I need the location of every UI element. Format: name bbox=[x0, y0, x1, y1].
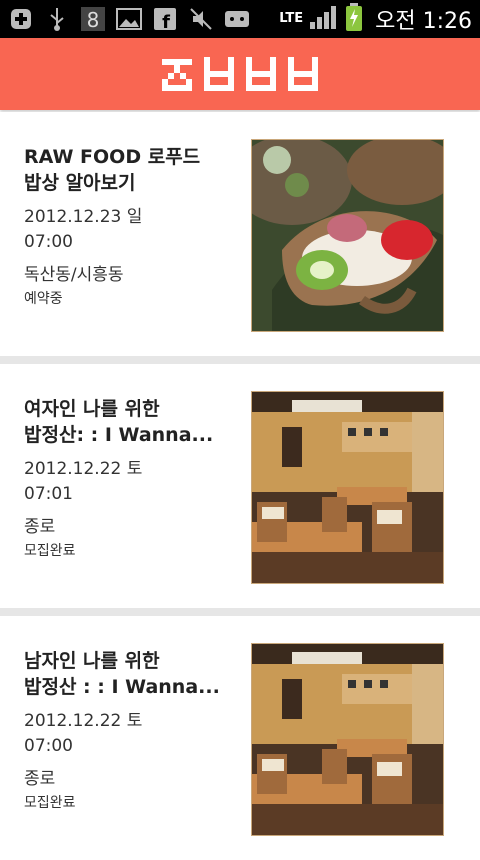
event-place: 종로 bbox=[24, 769, 56, 789]
event-status: 예약중 bbox=[24, 291, 63, 307]
event-time: 07:01 bbox=[24, 484, 73, 504]
divider bbox=[0, 356, 480, 364]
battery-charging-icon bbox=[345, 3, 363, 35]
event-card[interactable]: 남자인 나를 위한 밥정산 : : I Wanna... 2012.12.22 … bbox=[0, 616, 480, 860]
divider bbox=[0, 608, 480, 616]
event-time: 07:00 bbox=[24, 736, 73, 756]
event-title: 남자인 나를 위한 밥정산 : : I Wanna... bbox=[24, 650, 220, 698]
usb-icon bbox=[44, 6, 70, 32]
restaurant-interior-photo[interactable] bbox=[251, 391, 444, 584]
svg-text:f: f bbox=[162, 12, 170, 31]
image-icon bbox=[116, 6, 142, 32]
app-logo bbox=[162, 55, 322, 95]
event-status: 모집완료 bbox=[24, 543, 76, 559]
event-time: 07:00 bbox=[24, 232, 73, 252]
event-title: 여자인 나를 위한 밥정산: : I Wanna... bbox=[24, 398, 214, 446]
event-place: 종로 bbox=[24, 517, 56, 537]
add-icon bbox=[8, 6, 34, 32]
app-header bbox=[0, 38, 480, 110]
event-card[interactable]: 여자인 나를 위한 밥정산: : I Wanna... 2012.12.22 토… bbox=[0, 364, 480, 608]
restaurant-interior-photo[interactable] bbox=[251, 643, 444, 836]
mail-icon bbox=[224, 6, 250, 32]
crepe-food-photo[interactable] bbox=[251, 139, 444, 332]
event-date: 2012.12.22 토 bbox=[24, 459, 143, 479]
event-date: 2012.12.22 토 bbox=[24, 711, 143, 731]
facebook-icon: f bbox=[152, 6, 178, 32]
status-bar: 8 f LTE 오전 1:26 bbox=[0, 0, 480, 38]
event-place: 독산동/시흥동 bbox=[24, 265, 124, 285]
event-date: 2012.12.23 일 bbox=[24, 207, 143, 227]
signal-icon bbox=[309, 4, 339, 34]
lte-label: LTE bbox=[279, 11, 304, 26]
app-icon: 8 bbox=[80, 6, 106, 32]
event-card[interactable]: RAW FOOD 로푸드 밥상 알아보기 2012.12.23 일 07:00 … bbox=[0, 112, 480, 356]
event-status: 모집완료 bbox=[24, 795, 76, 811]
svg-text:8: 8 bbox=[87, 8, 100, 32]
event-title: RAW FOOD 로푸드 밥상 알아보기 bbox=[24, 146, 201, 194]
event-list: RAW FOOD 로푸드 밥상 알아보기 2012.12.23 일 07:00 … bbox=[0, 112, 480, 860]
mute-icon bbox=[188, 6, 214, 32]
status-time: 오전 1:26 bbox=[375, 9, 472, 34]
